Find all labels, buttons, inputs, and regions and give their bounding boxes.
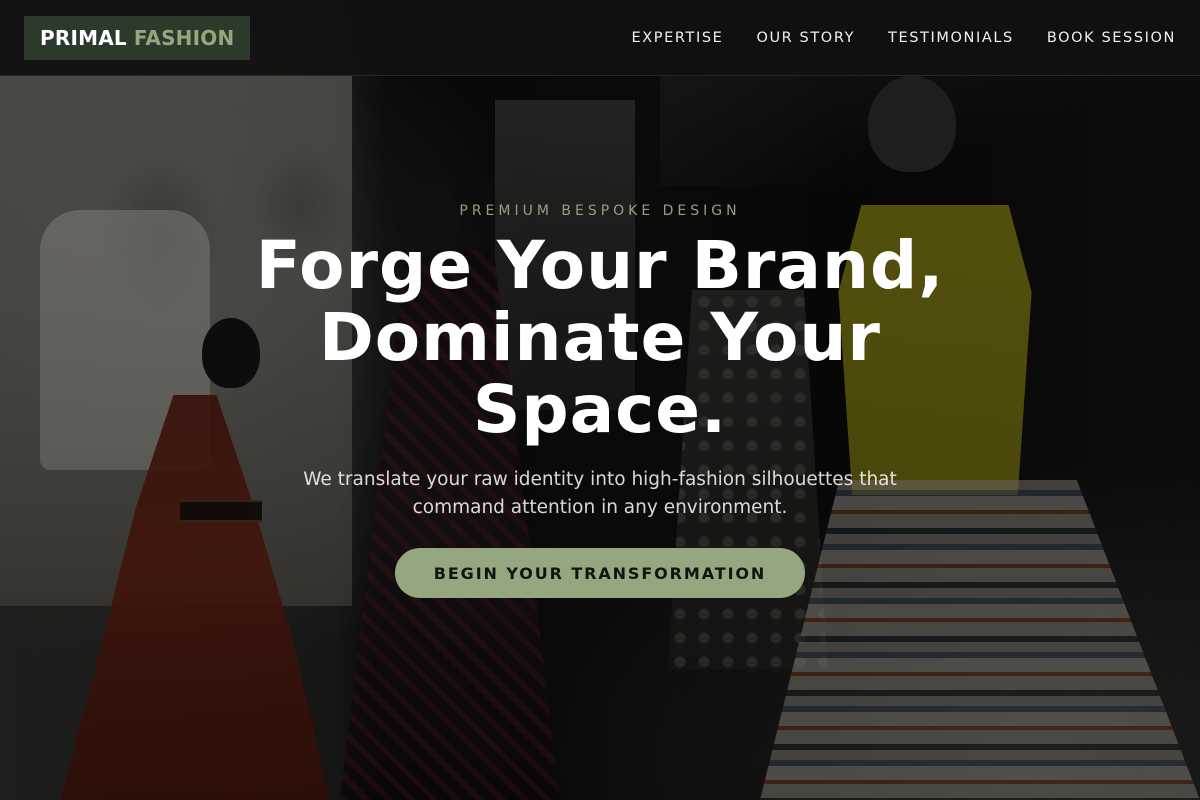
- main-nav: EXPERTISE OUR STORY TESTIMONIALS BOOK SE…: [632, 30, 1176, 46]
- logo-accent-text: FASHION: [133, 25, 235, 50]
- nav-link-testimonials[interactable]: TESTIMONIALS: [888, 30, 1014, 46]
- nav-link-our-story[interactable]: OUR STORY: [756, 30, 855, 46]
- hero-headline: Forge Your Brand, Dominate Your Space.: [255, 227, 945, 448]
- begin-transformation-button[interactable]: BEGIN YOUR TRANSFORMATION: [394, 548, 806, 598]
- hero-eyebrow: PREMIUM BESPOKE DESIGN: [459, 203, 741, 219]
- top-navbar: PRIMAL FASHION EXPERTISE OUR STORY TESTI…: [0, 0, 1200, 76]
- logo-primary-text: PRIMAL: [40, 25, 127, 50]
- nav-link-expertise[interactable]: EXPERTISE: [632, 30, 724, 46]
- brand-logo[interactable]: PRIMAL FASHION: [24, 15, 251, 60]
- landing-page: PRIMAL FASHION EXPERTISE OUR STORY TESTI…: [0, 0, 1200, 800]
- nav-link-book-session[interactable]: BOOK SESSION: [1047, 30, 1176, 46]
- hero-subtext: We translate your raw identity into high…: [303, 469, 897, 518]
- hero-section: PREMIUM BESPOKE DESIGN Forge Your Brand,…: [0, 76, 1200, 800]
